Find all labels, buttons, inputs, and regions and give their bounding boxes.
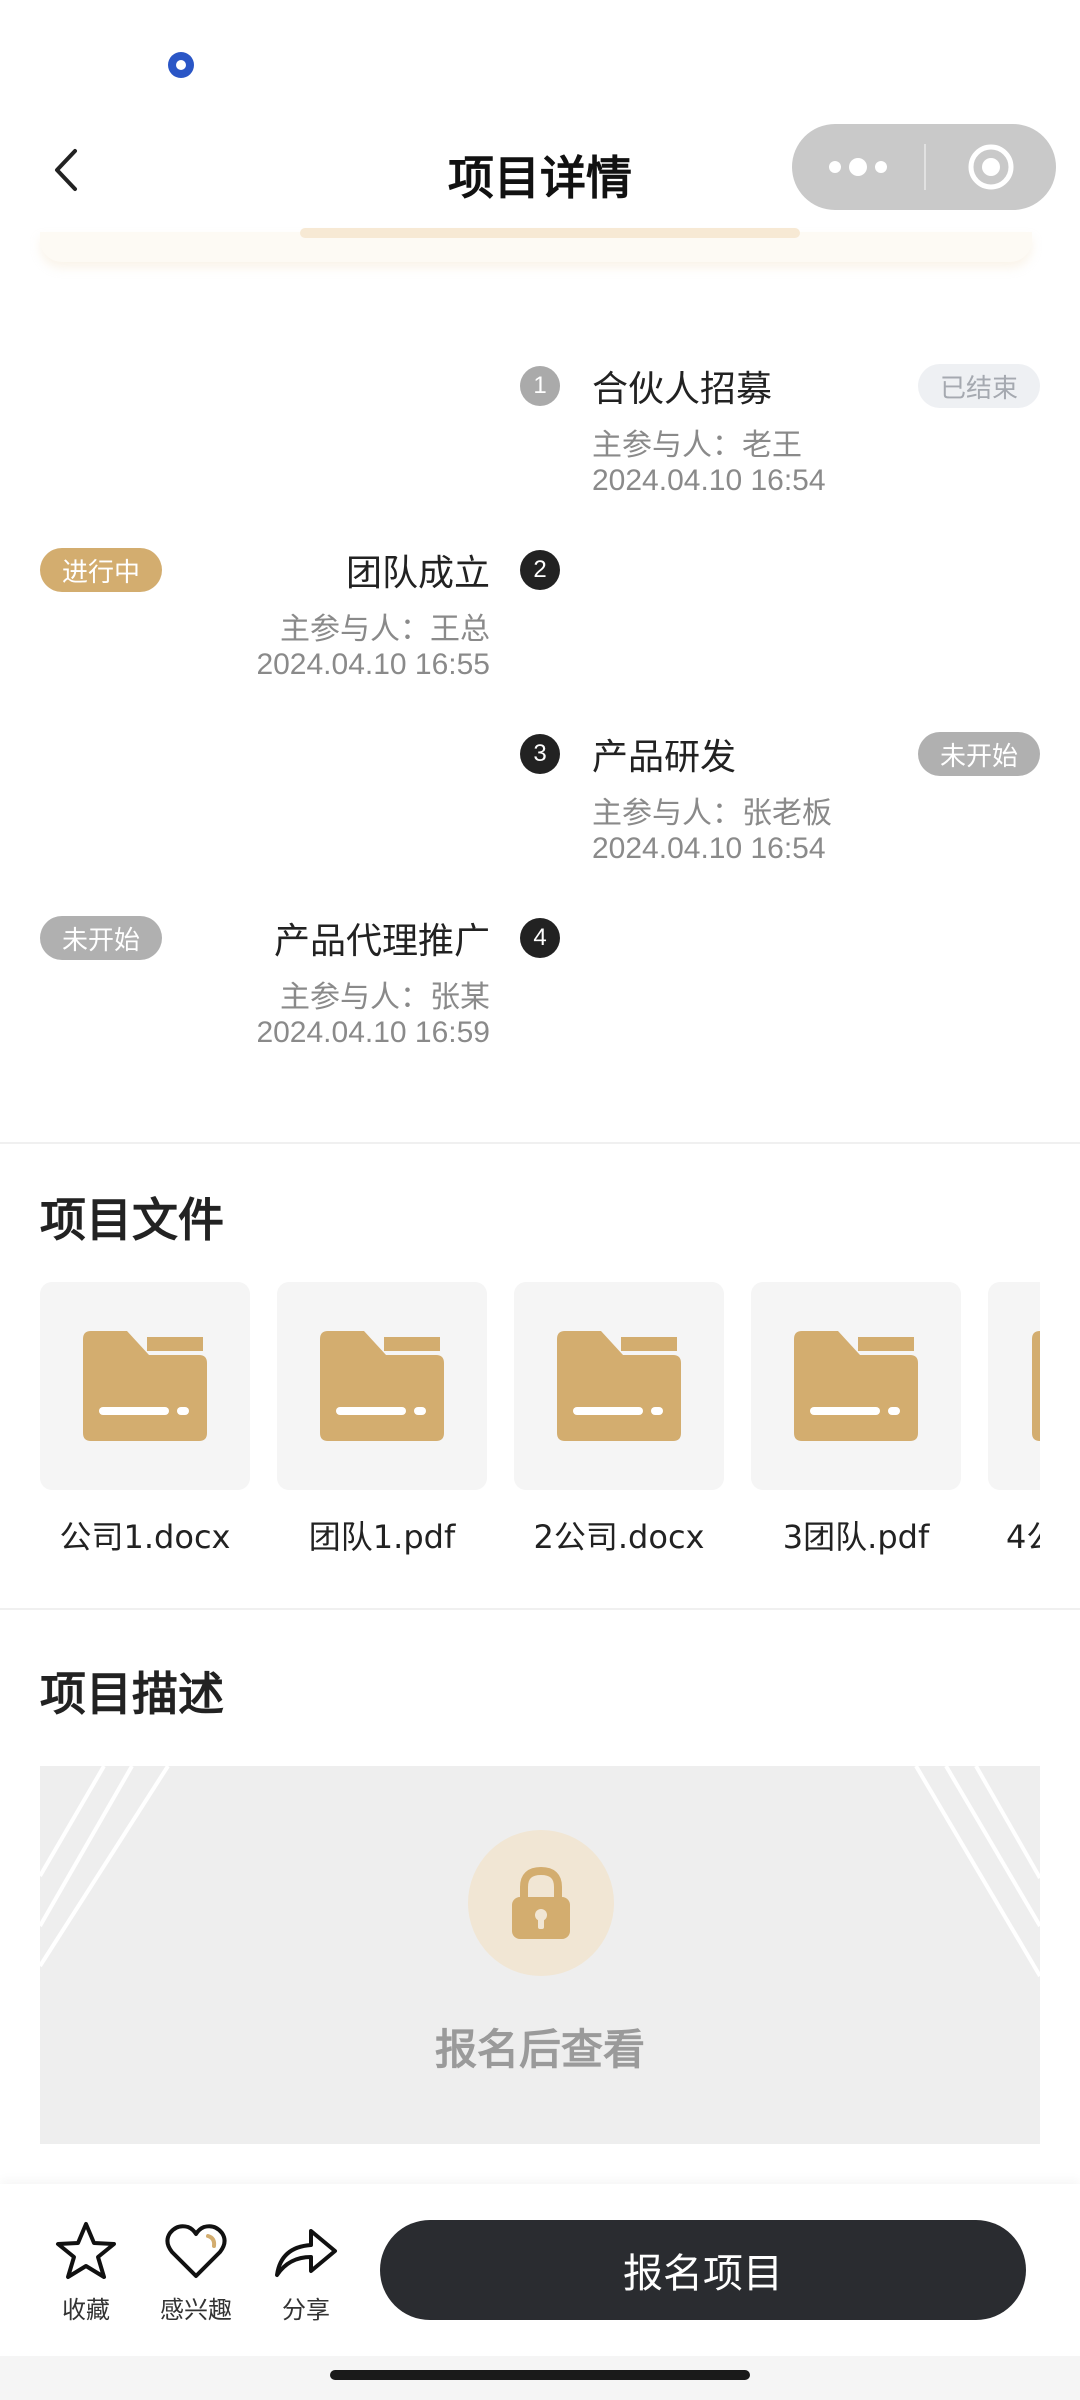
star-icon bbox=[56, 2222, 116, 2279]
notification-icon bbox=[168, 52, 194, 78]
favorite-label: 收藏 bbox=[62, 2296, 110, 2324]
step-title: 产品研发 bbox=[592, 737, 737, 778]
lock-badge bbox=[468, 1830, 614, 1976]
file-name: 团队1.pdf bbox=[308, 1518, 456, 1556]
file-item[interactable]: 4公司.docx bbox=[988, 1282, 1040, 1558]
status-bar bbox=[0, 0, 1080, 120]
file-name: 3团队.pdf bbox=[782, 1518, 930, 1556]
file-name: 4公司.docx bbox=[1006, 1518, 1040, 1556]
folder-icon bbox=[557, 1331, 681, 1441]
step-title: 合伙人招募 bbox=[592, 369, 773, 410]
interest-label: 感兴趣 bbox=[160, 2296, 232, 2324]
more-icon bbox=[829, 161, 841, 173]
file-item[interactable]: 2公司.docx bbox=[514, 1282, 724, 1558]
file-item[interactable]: 3团队.pdf bbox=[751, 1282, 961, 1558]
step-participant: 主参与人：张某 bbox=[280, 980, 490, 1015]
share-icon bbox=[275, 2229, 337, 2277]
step-participant: 主参与人：老王 bbox=[592, 428, 802, 463]
status-badge: 未开始 bbox=[917, 732, 1040, 776]
close-button[interactable] bbox=[926, 124, 1056, 210]
step-title: 团队成立 bbox=[345, 553, 490, 594]
file-item[interactable]: 团队1.pdf bbox=[277, 1282, 487, 1558]
home-indicator[interactable] bbox=[330, 2370, 750, 2380]
apply-project-button[interactable]: 报名项目 bbox=[380, 2220, 1026, 2320]
locked-description: 报名后查看 bbox=[40, 1766, 1040, 2144]
share-button[interactable]: 分享 bbox=[256, 2216, 356, 2325]
miniprogram-capsule bbox=[792, 124, 1056, 210]
heart-icon bbox=[165, 2224, 227, 2278]
file-item[interactable]: 公司1.docx bbox=[40, 1282, 250, 1558]
share-label: 分享 bbox=[282, 2296, 330, 2324]
file-name: 2公司.docx bbox=[533, 1518, 705, 1556]
close-circle-icon bbox=[968, 144, 1014, 190]
step-date: 2024.04.10 16:59 bbox=[256, 1016, 490, 1049]
status-badge: 未开始 bbox=[40, 916, 163, 960]
step-number: 1 bbox=[520, 366, 560, 406]
folder-icon bbox=[794, 1331, 918, 1441]
step-number: 2 bbox=[520, 550, 560, 590]
navigation-bar: 项目详情 bbox=[0, 120, 1080, 220]
files-section-title: 项目文件 bbox=[40, 1193, 224, 1247]
more-button[interactable] bbox=[792, 124, 924, 210]
status-badge: 已结束 bbox=[917, 364, 1040, 408]
divider bbox=[0, 1142, 1080, 1144]
step-date: 2024.04.10 16:54 bbox=[592, 464, 826, 497]
file-list[interactable]: 公司1.docx 团队1.pdf 2公司.docx 3团队.pdf 4公司.do… bbox=[40, 1282, 1040, 1562]
status-badge: 进行中 bbox=[40, 548, 163, 592]
folder-icon bbox=[1032, 1331, 1040, 1441]
folder-icon bbox=[83, 1331, 207, 1441]
description-section-title: 项目描述 bbox=[40, 1667, 224, 1721]
step-date: 2024.04.10 16:54 bbox=[592, 832, 826, 865]
locked-hint: 报名后查看 bbox=[434, 2025, 645, 2074]
step-title: 产品代理推广 bbox=[273, 921, 490, 962]
folder-icon bbox=[320, 1331, 444, 1441]
favorite-button[interactable]: 收藏 bbox=[36, 2216, 136, 2325]
step-participant: 主参与人：王总 bbox=[280, 612, 490, 647]
step-number: 3 bbox=[520, 734, 560, 774]
step-participant: 主参与人：张老板 bbox=[592, 796, 832, 831]
divider bbox=[0, 1608, 1080, 1610]
file-name: 公司1.docx bbox=[59, 1518, 231, 1556]
interest-button[interactable]: 感兴趣 bbox=[146, 2216, 246, 2325]
step-number: 4 bbox=[520, 918, 560, 958]
step-date: 2024.04.10 16:55 bbox=[256, 648, 490, 681]
lock-icon bbox=[512, 1866, 570, 1939]
